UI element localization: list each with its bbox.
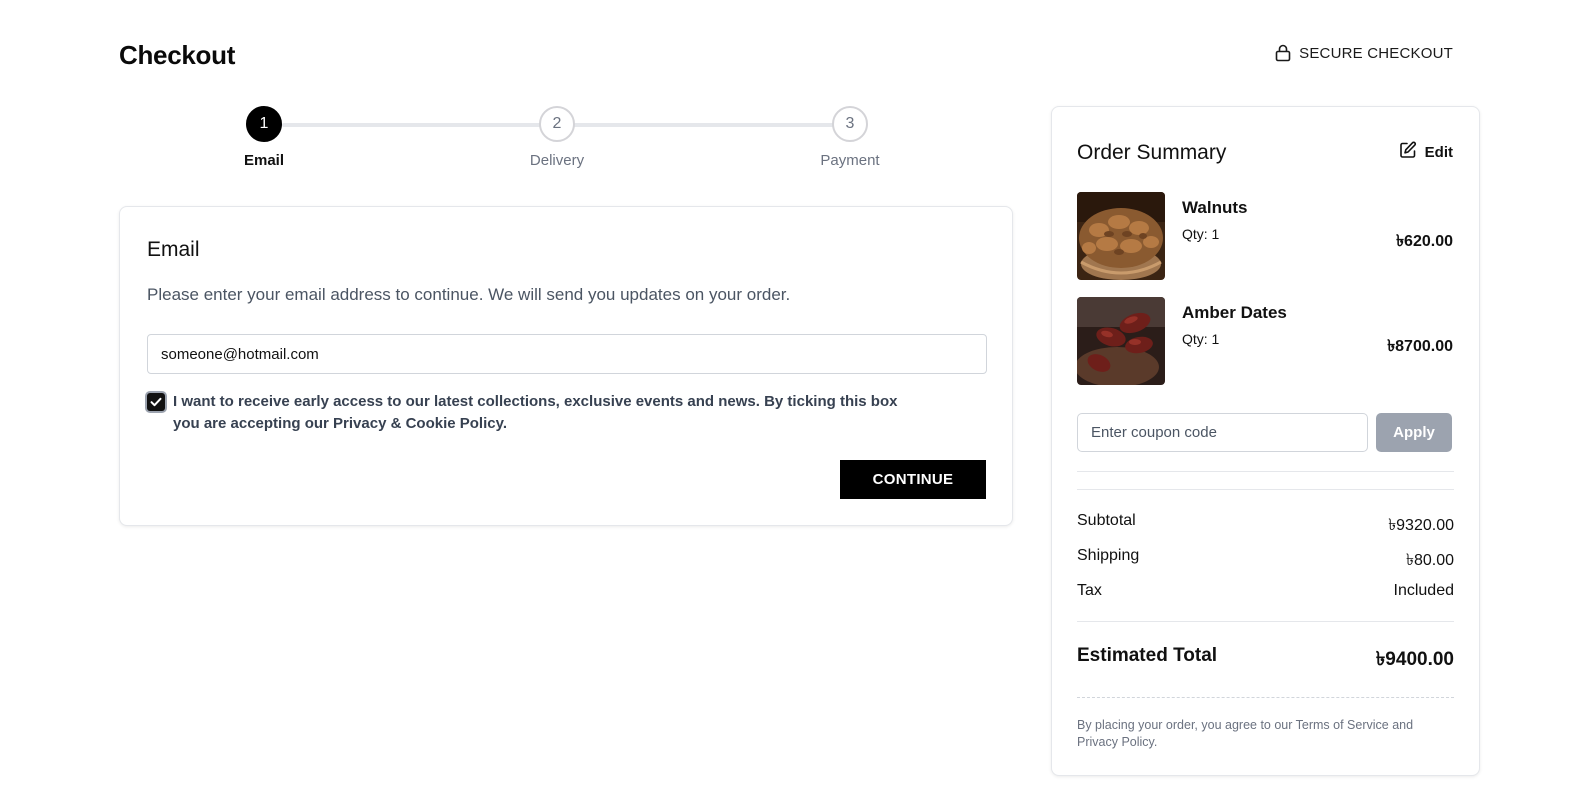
order-summary: Order Summary Edit Walnuts Qty: 1 ৳620.0… — [1051, 106, 1480, 776]
step-number: 3 — [832, 106, 868, 142]
edit-label: Edit — [1424, 143, 1453, 161]
tax-value: Included — [1393, 582, 1455, 599]
cart-item-price: ৳620.00 — [1396, 233, 1453, 250]
apply-coupon-button[interactable]: Apply — [1376, 413, 1452, 452]
email-card: Email Please enter your email address to… — [119, 206, 1013, 526]
email-description: Please enter your email address to conti… — [147, 285, 791, 304]
cart-item: Amber Dates Qty: 1 ৳8700.00 — [1077, 297, 1453, 385]
edit-button[interactable]: Edit — [1399, 141, 1453, 163]
step-email[interactable]: 1 Email — [194, 106, 334, 169]
coupon-input[interactable] — [1077, 413, 1368, 452]
shipping-value: ৳80.00 — [1405, 552, 1454, 569]
tax-label: Tax — [1077, 582, 1102, 599]
page-title: Checkout — [119, 40, 236, 70]
opt-in-checkbox[interactable] — [147, 393, 165, 411]
divider — [1077, 697, 1454, 698]
lock-icon — [1275, 44, 1291, 62]
cart-item-qty: Qty: 1 — [1182, 331, 1220, 347]
estimated-total-label: Estimated Total — [1077, 645, 1218, 666]
step-payment[interactable]: 3 Payment — [780, 106, 920, 169]
check-icon — [150, 397, 162, 407]
cart-item-name: Amber Dates — [1182, 303, 1287, 322]
legal-notice: By placing your order, you agree to our … — [1077, 718, 1414, 749]
subtotal-value: ৳9320.00 — [1388, 517, 1454, 534]
divider — [1077, 621, 1454, 622]
subtotal-label: Subtotal — [1077, 512, 1136, 529]
step-label: Payment — [820, 152, 880, 169]
cart-item: Walnuts Qty: 1 ৳620.00 — [1077, 192, 1453, 280]
secure-checkout-badge: SECURE CHECKOUT — [1275, 44, 1453, 62]
subtotal-row: Subtotal ৳9320.00 — [1077, 512, 1454, 539]
step-delivery[interactable]: 2 Delivery — [487, 106, 627, 169]
cart-item-name: Walnuts — [1182, 198, 1248, 217]
continue-button[interactable]: CONTINUE — [840, 460, 986, 499]
divider — [1077, 489, 1454, 490]
opt-in-label: I want to receive early access to our la… — [173, 393, 898, 432]
shipping-label: Shipping — [1077, 547, 1140, 564]
cart-item-qty: Qty: 1 — [1182, 226, 1220, 242]
dates-image — [1077, 297, 1165, 385]
step-number: 1 — [246, 106, 282, 142]
tax-row: Tax Included — [1077, 582, 1454, 600]
email-field[interactable] — [147, 334, 987, 374]
step-label: Delivery — [529, 152, 585, 169]
order-summary-title: Order Summary — [1077, 141, 1227, 164]
email-heading: Email — [147, 238, 200, 261]
cart-item-price: ৳8700.00 — [1387, 338, 1453, 355]
estimated-total-value: ৳9400.00 — [1375, 649, 1454, 670]
edit-icon — [1399, 141, 1417, 163]
shipping-row: Shipping ৳80.00 — [1077, 547, 1454, 574]
walnuts-image — [1077, 192, 1165, 280]
step-number: 2 — [539, 106, 575, 142]
secure-checkout-label: SECURE CHECKOUT — [1299, 44, 1453, 62]
opt-in-row: I want to receive early access to our la… — [147, 391, 917, 435]
step-label: Email — [243, 152, 285, 169]
divider — [1077, 471, 1454, 472]
checkout-stepper: 1 Email 2 Delivery 3 Payment — [119, 106, 1012, 176]
estimated-total-row: Estimated Total ৳9400.00 — [1077, 645, 1454, 677]
